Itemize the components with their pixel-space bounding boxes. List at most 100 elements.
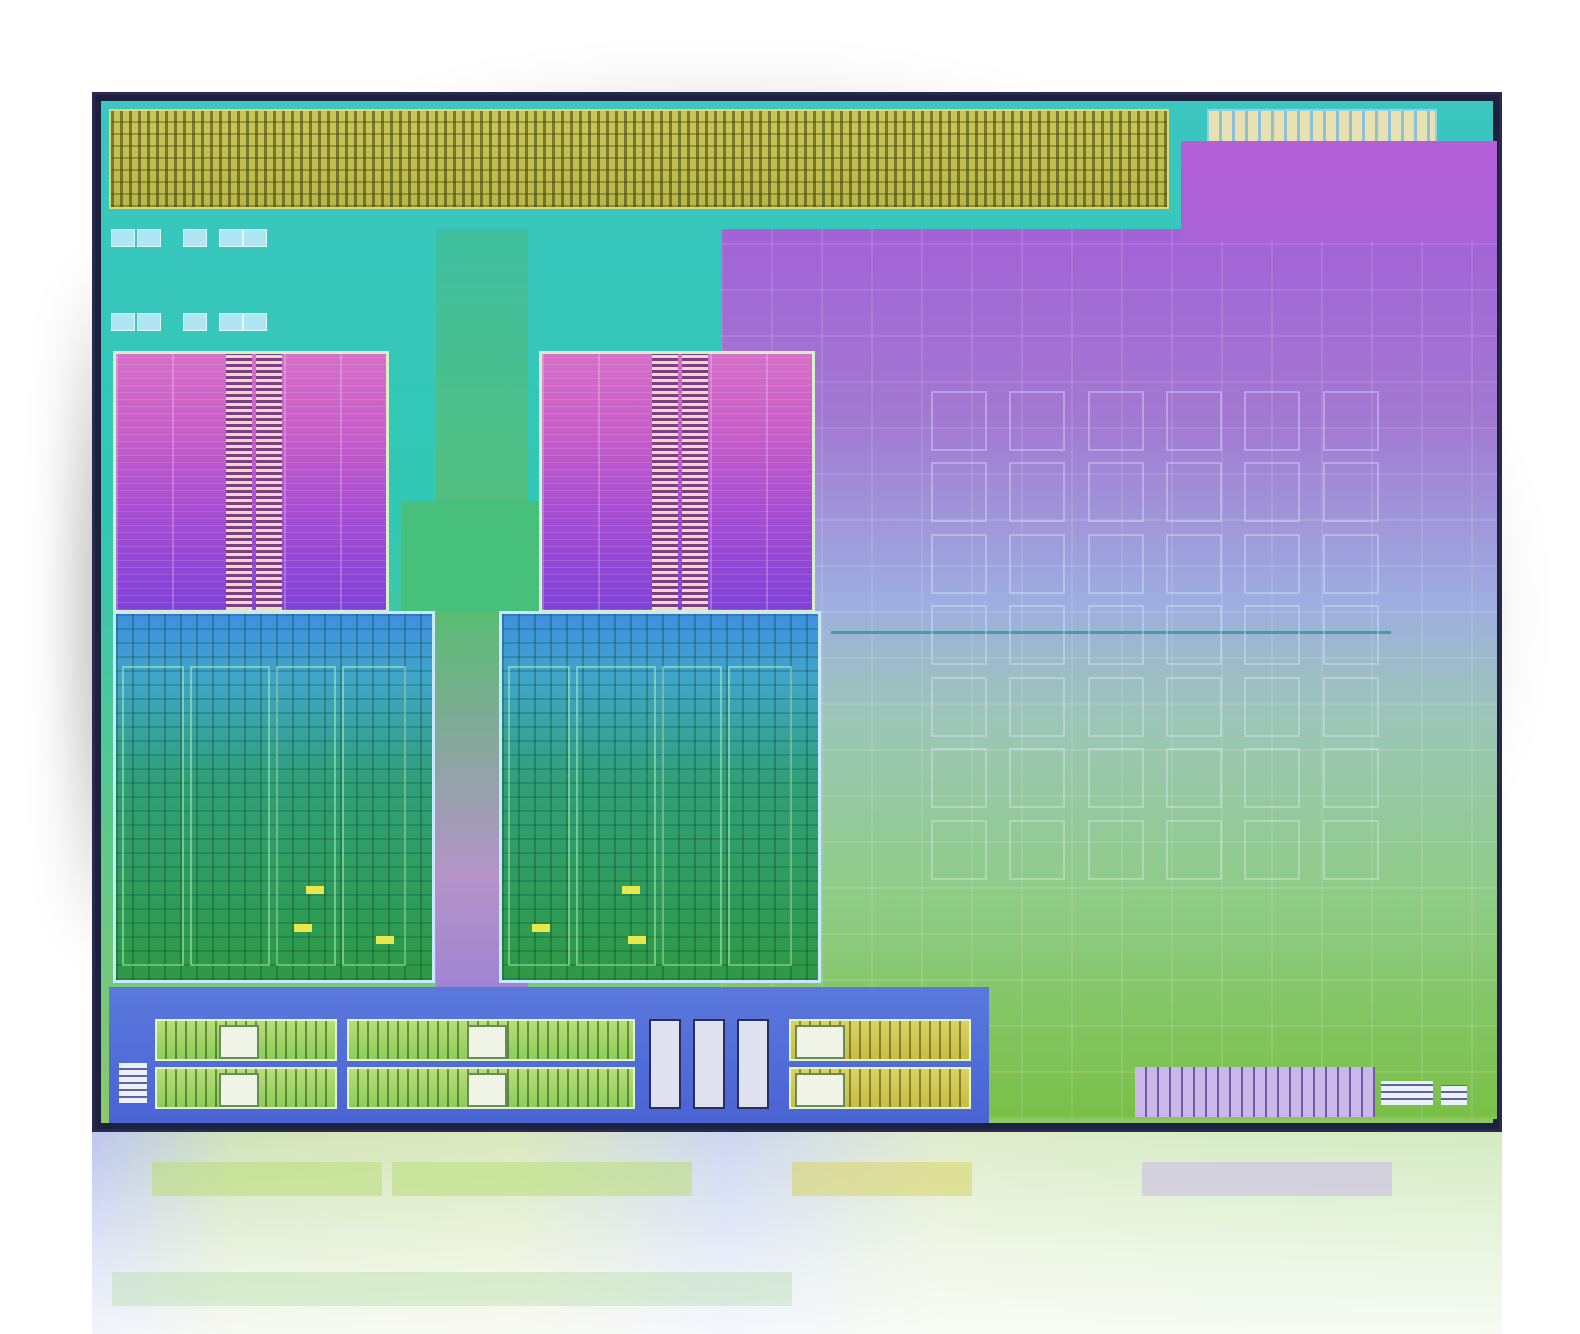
cpu-core-right <box>499 611 821 983</box>
gpu-compute-tile <box>931 391 987 451</box>
io-block <box>789 1067 971 1109</box>
center-interconnect-cross <box>401 501 561 611</box>
die-reflection <box>92 1132 1502 1334</box>
bottom-right-pad-array <box>1135 1067 1375 1117</box>
gpu-compute-tile <box>1244 605 1301 666</box>
core-unit <box>122 666 184 966</box>
gpu-compute-tile <box>1166 462 1222 523</box>
gpu-compute-tile <box>1244 533 1301 594</box>
die-photo-scene <box>0 0 1580 1334</box>
reflection-band <box>152 1162 382 1196</box>
gpu-compute-tile <box>1322 819 1379 880</box>
l2-cache-left <box>113 351 389 613</box>
gpu-compute-tile <box>1087 748 1144 809</box>
gpu-compute-tile <box>1166 391 1222 451</box>
logic-cell <box>628 936 646 944</box>
pll-block <box>693 1019 725 1109</box>
cache-tag-array <box>652 354 678 610</box>
pll-block <box>649 1019 681 1109</box>
gpu-compute-tile <box>1009 462 1066 523</box>
l2-cache-right <box>539 351 815 613</box>
io-macro <box>795 1025 845 1059</box>
pad <box>219 229 243 247</box>
gpu-compute-tile <box>931 462 987 523</box>
gpu-compute-tile <box>1009 533 1066 594</box>
pad <box>183 313 207 331</box>
io-block <box>347 1019 635 1061</box>
pll-block <box>737 1019 769 1109</box>
gpu-compute-tile <box>1087 819 1144 880</box>
logic-cell <box>294 924 312 932</box>
gpu-compute-tile <box>1244 676 1301 737</box>
gpu-compute-tile <box>1087 391 1144 451</box>
gpu-compute-tile <box>1087 462 1144 523</box>
logic-cell <box>622 886 640 894</box>
reflection-band <box>1142 1162 1392 1196</box>
gpu-compute-tile <box>1322 533 1379 594</box>
cache-tag-array <box>682 354 708 610</box>
gpu-compute-tile <box>1166 748 1222 809</box>
reflection-band <box>792 1162 972 1196</box>
gpu-compute-tile <box>1322 462 1379 523</box>
bottom-left-pad <box>119 1063 147 1103</box>
cpu-core-left <box>113 611 435 983</box>
gpu-compute-tile <box>1166 819 1222 880</box>
processor-die <box>92 92 1502 1132</box>
cache-tag-array <box>226 354 252 610</box>
gpu-compute-tile <box>931 819 987 880</box>
core-unit <box>276 666 336 966</box>
gpu-compute-tile <box>1166 533 1222 594</box>
gpu-compute-tile <box>931 676 987 737</box>
gpu-compute-tile <box>1322 748 1379 809</box>
gpu-compute-tile <box>1087 676 1144 737</box>
pad <box>137 229 161 247</box>
top-io-strip <box>109 109 1169 209</box>
pad <box>111 313 135 331</box>
io-block <box>155 1067 337 1109</box>
gpu-tile-array <box>931 391 1401 891</box>
pad <box>111 229 135 247</box>
gpu-compute-tile <box>1009 676 1066 737</box>
gpu-compute-tile <box>1322 391 1379 451</box>
bottom-right-corner-pad <box>1441 1085 1467 1105</box>
core-unit <box>576 666 656 966</box>
top-left-pad-group <box>107 225 267 335</box>
gpu-compute-tile <box>1244 391 1301 451</box>
gpu-compute-tile <box>1244 462 1301 523</box>
die-substrate <box>101 101 1497 1123</box>
gpu-compute-tile <box>931 533 987 594</box>
reflection-band <box>112 1272 792 1306</box>
gpu-compute-tile <box>1166 676 1222 737</box>
core-unit <box>508 666 570 966</box>
io-block <box>789 1019 971 1061</box>
gpu-compute-tile <box>1009 391 1066 451</box>
bottom-right-corner-pad <box>1381 1081 1433 1105</box>
gpu-compute-tile <box>1322 605 1379 666</box>
gpu-top-region <box>1181 141 1497 241</box>
pad <box>243 313 267 331</box>
pad <box>219 313 243 331</box>
cache-tag-array <box>256 354 282 610</box>
gpu-compute-tile <box>1009 748 1066 809</box>
io-macro <box>467 1073 507 1107</box>
gpu-compute-tile <box>1087 605 1144 666</box>
gpu-compute-tile <box>931 605 987 666</box>
pad <box>137 313 161 331</box>
core-unit <box>662 666 722 966</box>
gpu-compute-tile <box>1244 819 1301 880</box>
io-block <box>155 1019 337 1061</box>
gpu-compute-tile <box>1244 748 1301 809</box>
gpu-compute-tile <box>1009 819 1066 880</box>
pad <box>243 229 267 247</box>
core-unit <box>342 666 406 966</box>
core-unit <box>728 666 792 966</box>
gpu-compute-tile <box>931 748 987 809</box>
gpu-compute-tile <box>1322 676 1379 737</box>
core-unit <box>190 666 270 966</box>
io-block <box>347 1067 635 1109</box>
reflection-band <box>392 1162 692 1196</box>
gpu-compute-tile <box>1009 605 1066 666</box>
pad <box>183 229 207 247</box>
logic-cell <box>306 886 324 894</box>
io-macro <box>219 1073 259 1107</box>
